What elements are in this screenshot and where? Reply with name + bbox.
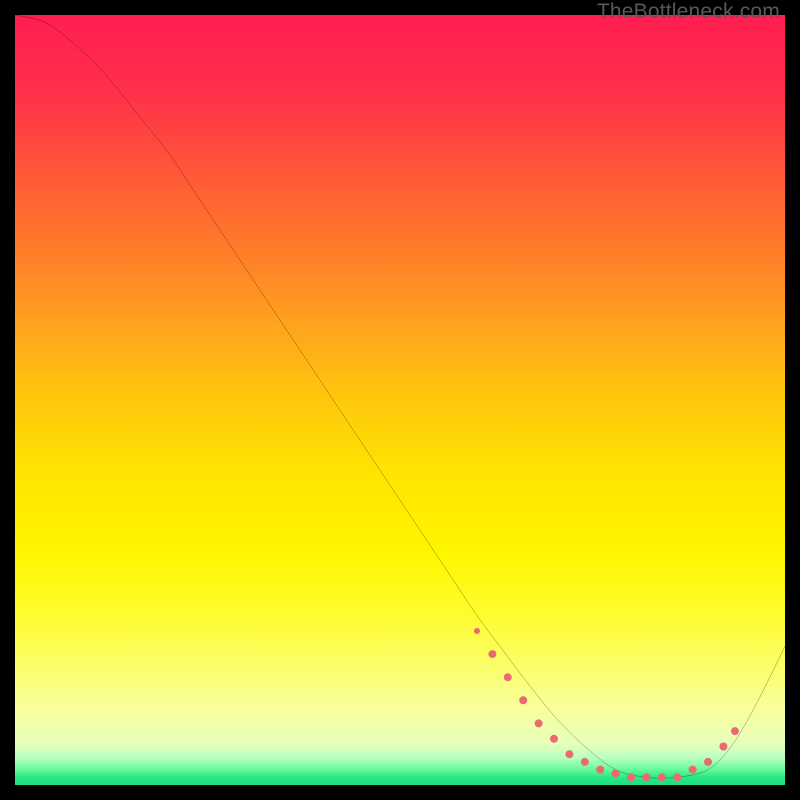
curve-marker: [550, 735, 558, 743]
curve-marker: [627, 773, 635, 781]
curve-marker: [689, 766, 697, 774]
curve-marker: [488, 650, 496, 658]
curve-marker: [704, 758, 712, 766]
plot-area: [15, 15, 785, 785]
curve-marker: [673, 773, 681, 781]
curve-marker: [519, 696, 527, 704]
curve-marker: [719, 742, 727, 750]
chart-stage: TheBottleneck.com: [0, 0, 800, 800]
curve-marker: [731, 727, 739, 735]
curve-marker: [658, 773, 666, 781]
watermark-text: TheBottleneck.com: [597, 0, 780, 24]
marker-group: [474, 628, 739, 781]
curve-marker: [596, 766, 604, 774]
curve-marker: [642, 773, 650, 781]
bottleneck-curve: [15, 15, 785, 778]
curve-marker: [535, 719, 543, 727]
curve-marker: [581, 758, 589, 766]
curve-marker: [474, 628, 480, 634]
curve-marker: [612, 769, 620, 777]
curve-marker: [565, 750, 573, 758]
curve-marker: [504, 673, 512, 681]
curve-layer: [15, 15, 785, 785]
